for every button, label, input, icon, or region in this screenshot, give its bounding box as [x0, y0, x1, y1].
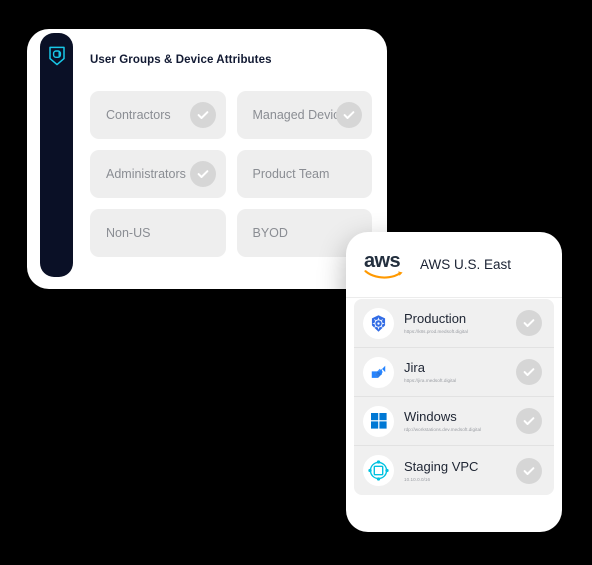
group-chip-contractors[interactable]: Contractors — [90, 91, 226, 139]
group-chip-label: Administrators — [106, 167, 186, 181]
resource-row-jira[interactable]: Jira https://jira.medsoft.digital — [354, 348, 554, 397]
jira-icon — [363, 356, 394, 388]
resource-name: Windows — [404, 409, 457, 424]
resource-url: https://k8s.prod.medsoft.digital — [404, 329, 468, 334]
group-chip-product-team[interactable]: Product Team — [236, 150, 372, 198]
aws-smile-arrow-icon: aws — [364, 251, 408, 279]
aws-region-card: aws AWS U.S. East Production https://k8s… — [346, 232, 562, 532]
group-chip-label: Product Team — [252, 167, 330, 181]
resource-row-staging-vpc[interactable]: Staging VPC 10.10.0.0/16 — [354, 446, 554, 495]
group-chip-non-us[interactable]: Non-US — [90, 209, 226, 257]
check-circle-icon — [516, 408, 542, 434]
resource-text: Staging VPC 10.10.0.0/16 — [404, 458, 516, 484]
resource-name: Staging VPC — [404, 458, 479, 474]
resource-name: Jira — [404, 360, 425, 375]
check-circle-icon — [516, 359, 542, 385]
group-chip-label: Contractors — [106, 108, 171, 122]
page-title: User Groups & Device Attributes — [90, 54, 272, 66]
check-circle-icon — [189, 102, 216, 128]
resource-url: 10.10.0.0/16 — [404, 476, 431, 482]
resource-text: Jira https://jira.medsoft.digital — [404, 359, 516, 385]
group-chip-label: Non-US — [106, 226, 151, 240]
resource-url: rdp://workstations.dev.medsoft.digital — [404, 427, 482, 432]
resource-text: Production https://k8s.prod.medsoft.digi… — [404, 310, 516, 336]
user-groups-card: User Groups & Device Attributes Contract… — [27, 29, 387, 289]
resource-text: Windows rdp://workstations.dev.medsoft.d… — [404, 408, 516, 434]
windows-icon — [363, 405, 394, 437]
resource-row-windows[interactable]: Windows rdp://workstations.dev.medsoft.d… — [354, 397, 554, 446]
group-chip-administrators[interactable]: Administrators — [90, 150, 226, 198]
resource-name: Production — [404, 311, 467, 326]
aws-resource-list: Production https://k8s.prod.medsoft.digi… — [354, 299, 554, 495]
kubernetes-icon — [363, 307, 394, 339]
group-chip-label: BYOD — [252, 226, 288, 240]
aws-card-header: aws AWS U.S. East — [346, 232, 562, 298]
check-circle-icon — [336, 102, 362, 128]
check-circle-icon — [516, 457, 542, 484]
aws-region-title: AWS U.S. East — [420, 257, 512, 272]
check-circle-icon — [516, 310, 542, 336]
group-chip-managed-device[interactable]: Managed Device — [236, 91, 372, 139]
group-chip-label: Managed Device — [252, 108, 347, 122]
shield-logo-icon — [48, 45, 66, 67]
group-chip-grid: Contractors Managed Device Administrator… — [90, 91, 372, 257]
vpc-network-icon — [363, 455, 394, 486]
app-sidebar — [40, 33, 73, 277]
resource-row-production[interactable]: Production https://k8s.prod.medsoft.digi… — [354, 299, 554, 348]
check-circle-icon — [189, 161, 216, 187]
resource-url: https://jira.medsoft.digital — [404, 378, 457, 383]
